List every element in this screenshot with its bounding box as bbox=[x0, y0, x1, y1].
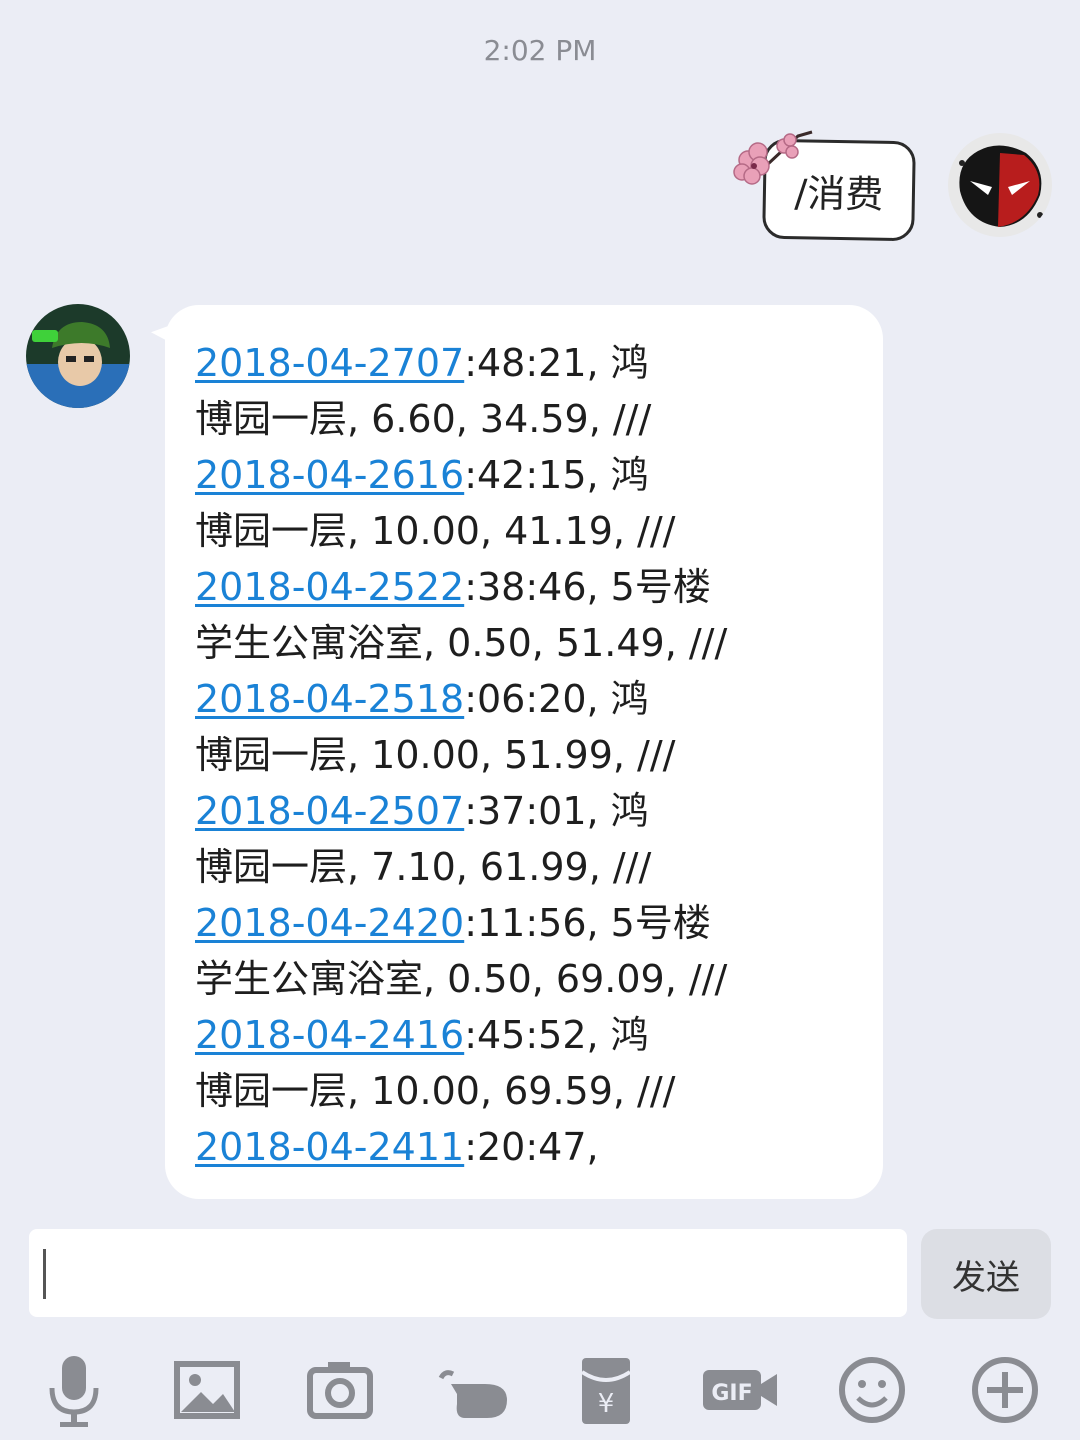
message-line: 学生公寓浴室, 0.50, 69.09, /// bbox=[195, 951, 859, 1007]
message-timestamp: 2:02 PM bbox=[483, 34, 597, 67]
incoming-message-text: 2018-04-2707:48:21, 鸿博园一层, 6.60, 34.59, … bbox=[195, 335, 859, 1175]
date-link[interactable]: 2018-04-2522 bbox=[195, 565, 464, 609]
image-icon[interactable] bbox=[165, 1345, 249, 1435]
message-line-text: 博园一层, 10.00, 41.19, /// bbox=[195, 509, 676, 553]
message-line: 2018-04-2507:37:01, 鸿 bbox=[195, 783, 859, 839]
message-line-text: 学生公寓浴室, 0.50, 69.09, /// bbox=[195, 957, 728, 1001]
message-line: 2018-04-2518:06:20, 鸿 bbox=[195, 671, 859, 727]
message-line: 2018-04-2416:45:52, 鸿 bbox=[195, 1007, 859, 1063]
message-line-text: :20:47, bbox=[464, 1125, 599, 1169]
text-caret bbox=[43, 1249, 46, 1299]
message-line: 学生公寓浴室, 0.50, 51.49, /// bbox=[195, 615, 859, 671]
blossom-decoration-icon bbox=[733, 130, 813, 185]
contact-avatar[interactable] bbox=[26, 304, 130, 408]
gif-icon[interactable]: GIF bbox=[697, 1345, 781, 1435]
message-line-text: :37:01, 鸿 bbox=[464, 789, 649, 833]
message-line-text: :11:56, 5号楼 bbox=[464, 901, 711, 945]
message-line: 博园一层, 10.00, 69.59, /// bbox=[195, 1063, 859, 1119]
message-line-text: :06:20, 鸿 bbox=[464, 677, 649, 721]
svg-text:¥: ¥ bbox=[598, 1389, 615, 1419]
plus-icon[interactable] bbox=[963, 1345, 1047, 1435]
message-line: 博园一层, 10.00, 41.19, /// bbox=[195, 503, 859, 559]
date-link[interactable]: 2018-04-2707 bbox=[195, 341, 464, 385]
date-link[interactable]: 2018-04-2420 bbox=[195, 901, 464, 945]
microphone-icon[interactable] bbox=[32, 1345, 116, 1435]
message-line-text: 博园一层, 7.10, 61.99, /// bbox=[195, 845, 652, 889]
message-line: 2018-04-2411:20:47, bbox=[195, 1119, 859, 1175]
message-line: 2018-04-2420:11:56, 5号楼 bbox=[195, 895, 859, 951]
my-avatar[interactable] bbox=[948, 133, 1052, 237]
chat-toolbar: ¥ GIF bbox=[0, 1345, 1080, 1435]
emoji-icon[interactable] bbox=[830, 1345, 914, 1435]
message-line: 2018-04-2707:48:21, 鸿 bbox=[195, 335, 859, 391]
red-packet-icon[interactable]: ¥ bbox=[564, 1345, 648, 1435]
message-line: 2018-04-2616:42:15, 鸿 bbox=[195, 447, 859, 503]
message-line: 2018-04-2522:38:46, 5号楼 bbox=[195, 559, 859, 615]
message-line-text: :38:46, 5号楼 bbox=[464, 565, 711, 609]
date-link[interactable]: 2018-04-2616 bbox=[195, 453, 464, 497]
date-link[interactable]: 2018-04-2507 bbox=[195, 789, 464, 833]
message-line-text: 博园一层, 10.00, 51.99, /// bbox=[195, 733, 676, 777]
message-line-text: :42:15, 鸿 bbox=[464, 453, 649, 497]
incoming-message-bubble[interactable]: 2018-04-2707:48:21, 鸿博园一层, 6.60, 34.59, … bbox=[165, 305, 883, 1199]
message-line: 博园一层, 7.10, 61.99, /// bbox=[195, 839, 859, 895]
message-line-text: 博园一层, 6.60, 34.59, /// bbox=[195, 397, 652, 441]
message-line-text: 博园一层, 10.00, 69.59, /// bbox=[195, 1069, 676, 1113]
message-line-text: :45:52, 鸿 bbox=[464, 1013, 649, 1057]
message-input[interactable] bbox=[29, 1229, 907, 1317]
date-link[interactable]: 2018-04-2518 bbox=[195, 677, 464, 721]
camera-icon[interactable] bbox=[298, 1345, 382, 1435]
send-button[interactable]: 发送 bbox=[921, 1229, 1051, 1319]
svg-text:GIF: GIF bbox=[711, 1381, 752, 1406]
message-line: 博园一层, 6.60, 34.59, /// bbox=[195, 391, 859, 447]
date-link[interactable]: 2018-04-2416 bbox=[195, 1013, 464, 1057]
poke-icon[interactable] bbox=[431, 1345, 515, 1435]
message-line: 博园一层, 10.00, 51.99, /// bbox=[195, 727, 859, 783]
message-line-text: 学生公寓浴室, 0.50, 51.49, /// bbox=[195, 621, 728, 665]
message-line-text: :48:21, 鸿 bbox=[464, 341, 649, 385]
date-link[interactable]: 2018-04-2411 bbox=[195, 1125, 464, 1169]
